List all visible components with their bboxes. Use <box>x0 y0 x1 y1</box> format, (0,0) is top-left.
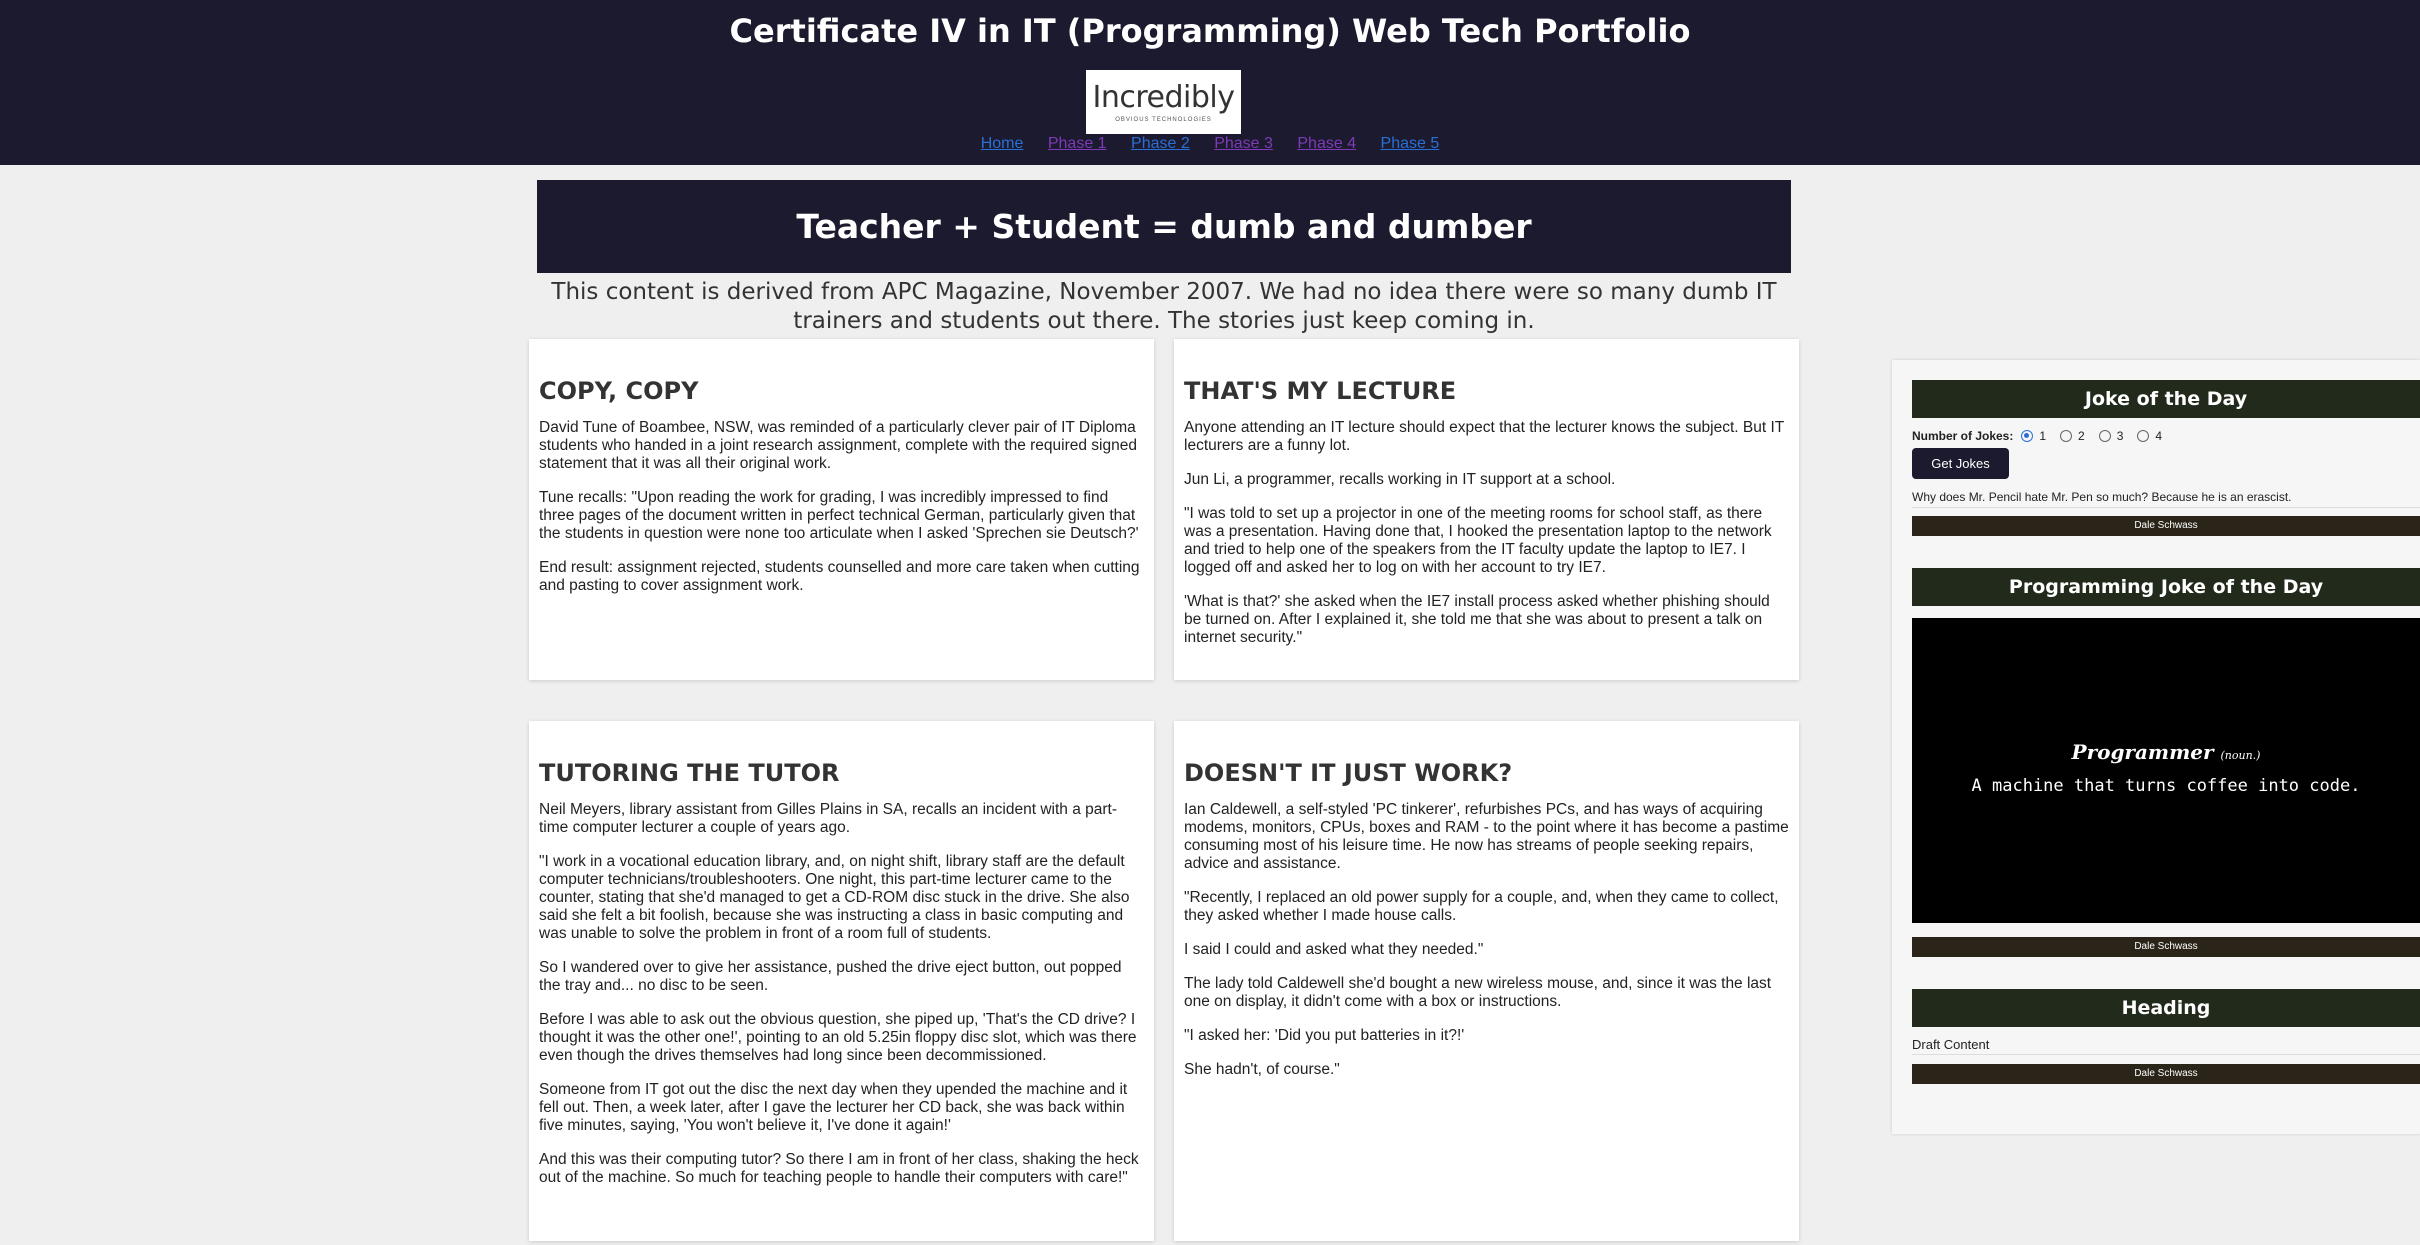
story-paragraph: She hadn't, of course." <box>1184 1061 1340 1078</box>
site-header: Certificate IV in IT (Programming) Web T… <box>0 0 2420 165</box>
story-paragraph: Someone from IT got out the disc the nex… <box>539 1081 1128 1134</box>
joke-term: Programmer (noun.) <box>1912 740 2420 764</box>
nav-home[interactable]: Home <box>981 135 1024 152</box>
nav-phase-4[interactable]: Phase 4 <box>1297 135 1356 152</box>
radio-label-3: 3 <box>2116 429 2124 443</box>
story-paragraph: I said I could and asked what they neede… <box>1184 941 1484 958</box>
programming-joke-display: Programmer (noun.) A machine that turns … <box>1912 618 2420 923</box>
site-title: Certificate IV in IT (Programming) Web T… <box>729 12 1691 50</box>
story-card-copy-copy: COPY, COPY David Tune of Boambee, NSW, w… <box>529 339 1154 680</box>
term-part-of-speech: (noun.) <box>2220 749 2261 762</box>
joke-text: Why does Mr. Pencil hate Mr. Pen so much… <box>1912 490 2420 508</box>
story-card-tutoring-the-tutor: TUTORING THE TUTOR Neil Meyers, library … <box>529 721 1154 1241</box>
story-paragraph: Anyone attending an IT lecture should ex… <box>1184 419 1784 454</box>
radio-label-2: 2 <box>2078 429 2085 443</box>
main-nav: Home Phase 1 Phase 2 Phase 3 Phase 4 Pha… <box>0 135 2420 153</box>
story-paragraph: Before I was able to ask out the obvious… <box>539 1011 1137 1064</box>
page-title: Teacher + Student = dumb and dumber <box>537 180 1791 273</box>
story-card-thats-my-lecture: THAT'S MY LECTURE Anyone attending an IT… <box>1174 339 1799 680</box>
story-heading: DOESN'T IT JUST WORK? <box>1184 759 1513 787</box>
joke-widget-author: Dale Schwass <box>1912 516 2420 536</box>
term-word: Programmer <box>2071 740 2214 764</box>
radio-label-4: 4 <box>2155 429 2163 443</box>
story-paragraph: "Recently, I replaced an old power suppl… <box>1184 889 1779 924</box>
story-paragraph: And this was their computing tutor? So t… <box>539 1151 1139 1186</box>
logo-wordmark: Incredibly <box>1092 80 1236 115</box>
joke-count-label: Number of Jokes: <box>1912 429 2014 443</box>
story-paragraph: So I wandered over to give her assistanc… <box>539 959 1122 994</box>
joke-count-radio-2[interactable] <box>2060 430 2073 442</box>
story-card-doesnt-it-just-work: DOESN'T IT JUST WORK? Ian Caldewell, a s… <box>1174 721 1799 1241</box>
intro-text: This content is derived from APC Magazin… <box>551 279 1777 334</box>
nav-phase-5[interactable]: Phase 5 <box>1381 135 1440 152</box>
draft-content: Draft Content <box>1912 1037 2420 1055</box>
logo-tagline: OBVIOUS TECHNOLOGIES <box>1115 117 1212 123</box>
joke-count-selector: Number of Jokes: 1 2 3 4 <box>1912 429 2172 443</box>
site-logo[interactable]: Incredibly OBVIOUS TECHNOLOGIES <box>1086 70 1241 134</box>
joke-count-radio-3[interactable] <box>2098 430 2111 442</box>
radio-label-1: 1 <box>2039 429 2047 443</box>
draft-widget-title: Heading <box>1912 989 2420 1027</box>
story-paragraph: Neil Meyers, library assistant from Gill… <box>539 801 1118 836</box>
story-paragraph: Tune recalls: "Upon reading the work for… <box>539 489 1139 542</box>
story-paragraph: "I work in a vocational education librar… <box>539 853 1130 942</box>
joke-count-radio-4[interactable] <box>2137 430 2150 442</box>
nav-phase-2[interactable]: Phase 2 <box>1131 135 1190 152</box>
story-paragraph: Jun Li, a programmer, recalls working in… <box>1184 471 1616 488</box>
programming-joke-title: Programming Joke of the Day <box>1912 568 2420 606</box>
programming-joke-author: Dale Schwass <box>1912 937 2420 957</box>
joke-definition: A machine that turns coffee into code. <box>1971 776 2361 796</box>
story-paragraph: "I was told to set up a projector in one… <box>1184 505 1772 576</box>
story-paragraph: "I asked her: 'Did you put batteries in … <box>1184 1027 1465 1044</box>
joke-count-radio-1[interactable] <box>2021 430 2034 442</box>
story-paragraph: End result: assignment rejected, student… <box>539 559 1140 594</box>
nav-phase-3[interactable]: Phase 3 <box>1214 135 1273 152</box>
story-paragraph: David Tune of Boambee, NSW, was reminded… <box>539 419 1137 472</box>
story-paragraph: The lady told Caldewell she'd bought a n… <box>1184 975 1772 1010</box>
get-jokes-button[interactable]: Get Jokes <box>1912 448 2009 479</box>
story-heading: COPY, COPY <box>539 377 699 405</box>
draft-widget-author: Dale Schwass <box>1912 1064 2420 1084</box>
story-paragraph: 'What is that?' she asked when the IE7 i… <box>1184 593 1770 646</box>
story-paragraph: Ian Caldewell, a self-styled 'PC tinkere… <box>1184 801 1789 872</box>
story-heading: TUTORING THE TUTOR <box>539 759 840 787</box>
nav-phase-1[interactable]: Phase 1 <box>1048 135 1107 152</box>
joke-widget-title: Joke of the Day <box>1912 380 2420 418</box>
story-heading: THAT'S MY LECTURE <box>1184 377 1457 405</box>
